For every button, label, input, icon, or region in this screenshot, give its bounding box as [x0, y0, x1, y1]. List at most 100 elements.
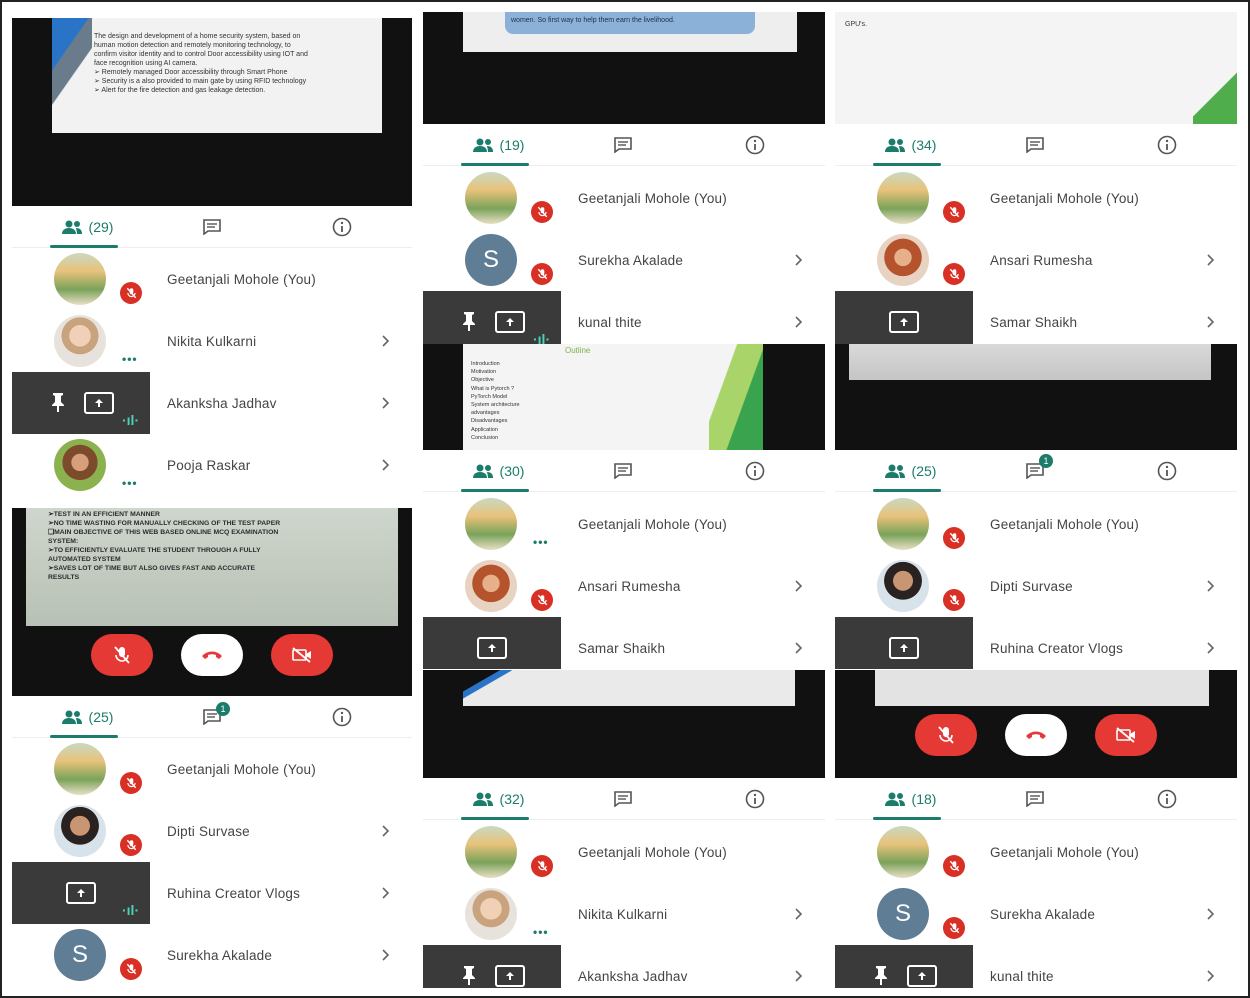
- camera-toggle-button[interactable]: [1095, 714, 1157, 756]
- participant-row[interactable]: Ansari Rumesha: [423, 555, 825, 617]
- tab-people[interactable]: (30): [453, 450, 543, 492]
- end-call-button[interactable]: [1005, 714, 1067, 756]
- participant-row[interactable]: ••• Nikita Kulkarni: [12, 310, 412, 372]
- participant-row[interactable]: Akanksha Jadhav: [423, 945, 825, 988]
- muted-indicator: [943, 201, 965, 223]
- participant-row[interactable]: ·ıl· Akanksha Jadhav: [12, 372, 412, 434]
- tabs: (34): [835, 124, 1237, 166]
- participant-tile: S: [423, 229, 561, 291]
- participant-row[interactable]: kunal thite: [835, 945, 1237, 988]
- pin-button[interactable]: [461, 965, 477, 988]
- participant-list: Geetanjali Mohole (You) S Surekha Akalade ·…: [423, 167, 825, 344]
- participant-list: Geetanjali Mohole (You) ••• Nikita Kulkarn…: [12, 248, 412, 508]
- tab-info[interactable]: [322, 206, 362, 248]
- participant-row[interactable]: Ruhina Creator Vlogs: [835, 617, 1237, 669]
- tab-chat[interactable]: [1015, 124, 1055, 166]
- tab-info[interactable]: [735, 450, 775, 492]
- tab-info[interactable]: [735, 778, 775, 820]
- tab-info[interactable]: [1147, 124, 1187, 166]
- chevron-right-icon[interactable]: [1207, 883, 1215, 945]
- participant-row[interactable]: S Surekha Akalade: [835, 883, 1237, 945]
- tab-people[interactable]: (19): [453, 124, 543, 166]
- participant-row[interactable]: Samar Shaikh: [423, 617, 825, 669]
- tab-people[interactable]: (34): [865, 124, 955, 166]
- tab-chat[interactable]: [192, 206, 232, 248]
- tab-info[interactable]: [1147, 450, 1187, 492]
- people-icon: [472, 792, 493, 806]
- participant-name: Geetanjali Mohole (You): [167, 761, 316, 777]
- mic-off-icon: [537, 206, 547, 218]
- speaking-dots-icon: •••: [533, 925, 549, 939]
- chevron-right-icon[interactable]: [795, 617, 803, 669]
- chevron-right-icon[interactable]: [1207, 617, 1215, 669]
- chevron-right-icon[interactable]: [795, 229, 803, 291]
- chevron-right-icon[interactable]: [795, 555, 803, 617]
- participant-row[interactable]: Dipti Survase: [835, 555, 1237, 617]
- tab-people[interactable]: (25): [865, 450, 955, 492]
- pin-button[interactable]: [873, 965, 889, 988]
- participant-row[interactable]: S Surekha Akalade: [423, 229, 825, 291]
- tab-chat[interactable]: [603, 778, 643, 820]
- participant-row[interactable]: Ansari Rumesha: [835, 229, 1237, 291]
- tab-info[interactable]: [322, 696, 362, 738]
- chevron-right-icon[interactable]: [382, 372, 390, 434]
- pin-button[interactable]: [50, 392, 66, 417]
- camera-toggle-button[interactable]: [271, 634, 333, 676]
- tab-chat[interactable]: [603, 450, 643, 492]
- present-screen-icon: [506, 972, 514, 980]
- participant-name: Geetanjali Mohole (You): [990, 190, 1139, 206]
- tab-info[interactable]: [735, 124, 775, 166]
- chevron-right-icon[interactable]: [382, 862, 390, 924]
- muted-indicator: [120, 282, 142, 304]
- participant-name: Geetanjali Mohole (You): [167, 271, 316, 287]
- participant-row[interactable]: ••• Pooja Raskar: [12, 434, 412, 496]
- muted-indicator: [531, 201, 553, 223]
- chevron-right-icon[interactable]: [795, 291, 803, 344]
- tab-info[interactable]: [1147, 778, 1187, 820]
- participant-row[interactable]: Samar Shaikh: [835, 291, 1237, 344]
- chevron-right-icon[interactable]: [795, 945, 803, 988]
- participant-row[interactable]: S Surekha Akalade: [12, 924, 412, 986]
- participant-name: Akanksha Jadhav: [578, 968, 688, 984]
- participant-row[interactable]: ••• Nikita Kulkarni: [423, 883, 825, 945]
- participant-count: (34): [911, 137, 937, 153]
- chevron-right-icon[interactable]: [795, 883, 803, 945]
- participant-name: Geetanjali Mohole (You): [990, 844, 1139, 860]
- pin-button[interactable]: [461, 311, 477, 336]
- presenting-indicator: [477, 637, 507, 659]
- chevron-right-icon[interactable]: [1207, 945, 1215, 988]
- chevron-right-icon[interactable]: [1207, 555, 1215, 617]
- participant-tile: •••: [423, 493, 561, 555]
- info-icon: [332, 217, 352, 237]
- tab-people[interactable]: (32): [453, 778, 543, 820]
- tab-people[interactable]: (29): [42, 206, 132, 248]
- participant-row[interactable]: ·ıl· Ruhina Creator Vlogs: [12, 862, 412, 924]
- chevron-right-icon[interactable]: [1207, 291, 1215, 344]
- participant-row[interactable]: ·ıl· kunal thite: [423, 291, 825, 344]
- avatar: [54, 743, 106, 795]
- participant-row[interactable]: Dipti Survase: [12, 800, 412, 862]
- chevron-right-icon[interactable]: [382, 800, 390, 862]
- tab-chat[interactable]: 1: [192, 696, 232, 738]
- chevron-right-icon[interactable]: [1207, 229, 1215, 291]
- slide-text-line: ➢ Security is a also provided to main ga…: [94, 78, 307, 85]
- chevron-right-icon[interactable]: [382, 924, 390, 986]
- participant-tile: [835, 617, 973, 669]
- participant-row: Geetanjali Mohole (You): [12, 738, 412, 800]
- chat-icon: [614, 463, 632, 479]
- participant-name: Akanksha Jadhav: [167, 395, 277, 411]
- chevron-right-icon[interactable]: [382, 310, 390, 372]
- tab-chat[interactable]: 1: [1015, 450, 1055, 492]
- tab-chat[interactable]: [1015, 778, 1055, 820]
- mic-toggle-button[interactable]: [915, 714, 977, 756]
- tab-people[interactable]: (25): [42, 696, 132, 738]
- participant-tile: ·ıl·: [12, 862, 150, 924]
- participant-row: Geetanjali Mohole (You): [835, 821, 1237, 883]
- chevron-right-icon[interactable]: [382, 434, 390, 496]
- mic-toggle-button[interactable]: [91, 634, 153, 676]
- tab-people[interactable]: (18): [865, 778, 955, 820]
- end-call-button[interactable]: [181, 634, 243, 676]
- tab-chat[interactable]: [603, 124, 643, 166]
- avatar: [877, 498, 929, 550]
- participant-count: (18): [911, 791, 937, 807]
